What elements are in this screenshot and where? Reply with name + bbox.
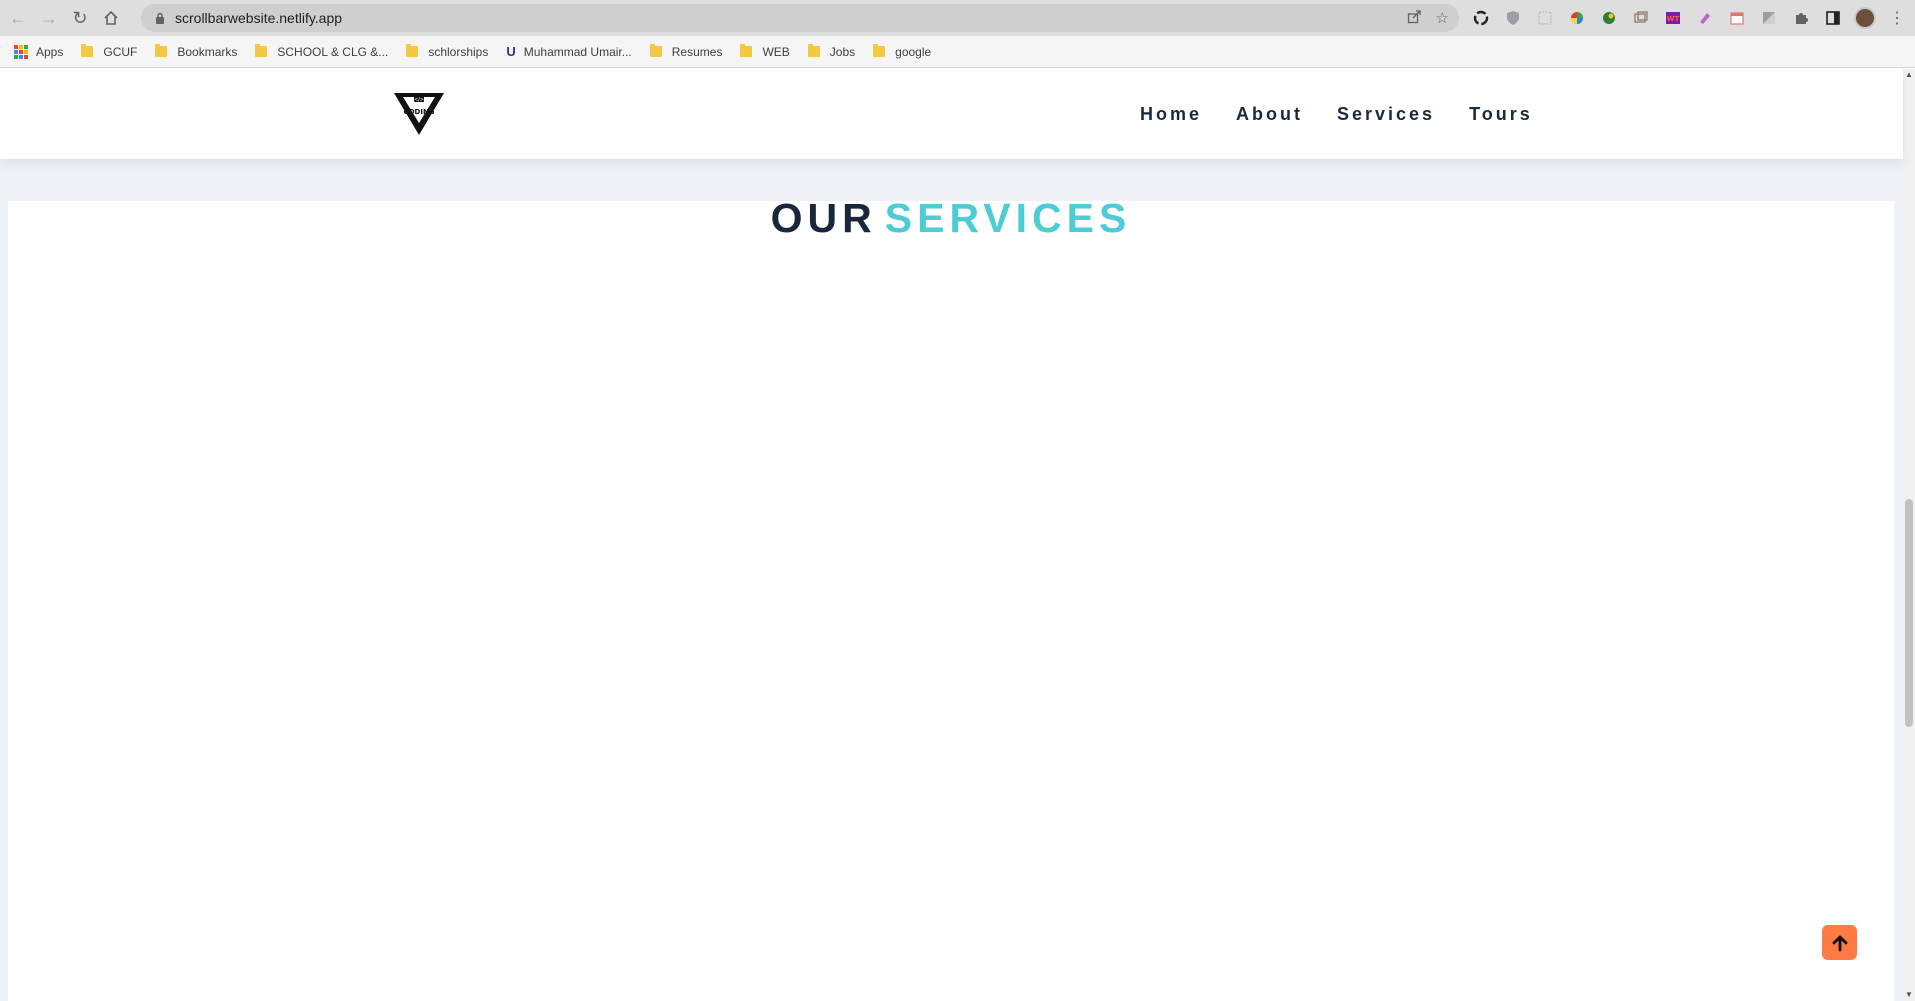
share-icon[interactable] — [1407, 9, 1422, 28]
scrollbar-thumb[interactable] — [1905, 499, 1913, 727]
folder-icon — [155, 44, 168, 57]
forward-arrow-icon[interactable]: → — [36, 5, 62, 31]
coding-logo[interactable]: </> CODING — [393, 91, 445, 137]
bookmark-label: Bookmarks — [177, 44, 238, 59]
folder-icon — [873, 44, 886, 57]
bookmark-label: google — [895, 44, 932, 59]
folder-icon — [81, 44, 94, 57]
profile-avatar[interactable] — [1854, 7, 1876, 29]
bookmarks-bar: Apps GCUF Bookmarks SCHOOL & CLG &... sc… — [0, 36, 1915, 68]
bookmark-folder-schlorships[interactable]: schlorships — [406, 44, 489, 59]
screenshot-extension-icon[interactable] — [1534, 7, 1556, 29]
section-title: OUR SERVICES — [8, 195, 1894, 242]
folder-icon — [406, 44, 419, 57]
bookmark-label: Resumes — [671, 44, 723, 59]
section-title-part2: SERVICES — [884, 195, 1132, 241]
folder-icon — [255, 44, 268, 57]
nav-link-tours[interactable]: Tours — [1469, 104, 1533, 125]
scroll-down-arrow-icon[interactable]: ▼ — [1905, 991, 1913, 999]
bookmark-muhammad-umair[interactable]: U Muhammad Umair... — [506, 44, 631, 59]
bookmark-apps[interactable]: Apps — [14, 44, 64, 59]
color-picker-extension-icon[interactable] — [1566, 7, 1588, 29]
bookmark-folder-resumes[interactable]: Resumes — [649, 44, 723, 59]
section-title-part1: OUR — [770, 195, 877, 241]
extensions-area: WT ⋮ — [1470, 6, 1908, 30]
home-icon[interactable] — [98, 5, 124, 31]
nav-link-home[interactable]: Home — [1140, 104, 1202, 125]
wt-extension-icon[interactable]: WT — [1662, 7, 1684, 29]
page-viewport: </> CODING Home About Services Tours OUR… — [0, 69, 1915, 1001]
svg-text:</>: </> — [414, 97, 424, 103]
bookmark-label: Apps — [36, 44, 64, 59]
folder-icon — [807, 44, 820, 57]
main-nav: Home About Services Tours — [1140, 69, 1533, 159]
u-site-icon: U — [506, 44, 516, 59]
folder-icon — [649, 44, 662, 57]
window-extension-icon[interactable] — [1630, 7, 1652, 29]
bookmark-label: Muhammad Umair... — [523, 44, 632, 59]
bookmark-folder-web[interactable]: WEB — [740, 44, 790, 59]
address-bar[interactable]: scrollbarwebsite.netlify.app ☆ — [141, 4, 1459, 32]
url-text[interactable]: scrollbarwebsite.netlify.app — [175, 10, 342, 26]
side-panel-icon[interactable] — [1822, 7, 1844, 29]
nav-link-about[interactable]: About — [1236, 104, 1303, 125]
apps-grid-icon — [14, 44, 28, 59]
lock-icon[interactable] — [153, 11, 167, 25]
scroll-up-arrow-icon[interactable]: ▲ — [1905, 71, 1913, 79]
paint-extension-icon[interactable] — [1694, 7, 1716, 29]
pencil-extension-icon[interactable] — [1758, 7, 1780, 29]
menu-kebab-icon[interactable]: ⋮ — [1886, 7, 1908, 29]
bookmark-folder-jobs[interactable]: Jobs — [807, 44, 856, 59]
star-icon[interactable]: ☆ — [1436, 9, 1449, 27]
calendar-extension-icon[interactable] — [1726, 7, 1748, 29]
reload-icon[interactable]: ↻ — [67, 5, 93, 31]
browser-toolbar: ← → ↻ scrollbarwebsite.netlify.app ☆ WT … — [0, 0, 1915, 36]
svg-text:WT: WT — [1667, 15, 1680, 23]
bookmark-folder-gcuf[interactable]: GCUF — [81, 44, 138, 59]
bookmark-folder-school[interactable]: SCHOOL & CLG &... — [255, 44, 389, 59]
shield-extension-icon[interactable] — [1502, 7, 1524, 29]
bookmark-folder-google[interactable]: google — [873, 44, 932, 59]
page-scrollbar[interactable]: ▲ ▼ — [1903, 69, 1915, 1001]
bookmark-label: WEB — [762, 44, 790, 59]
logo-text: CODING — [403, 108, 434, 116]
nav-link-services[interactable]: Services — [1337, 104, 1435, 125]
puzzle-extensions-icon[interactable] — [1790, 7, 1812, 29]
bookmark-label: schlorships — [428, 44, 489, 59]
globe-extension-icon[interactable] — [1598, 7, 1620, 29]
bookmark-folder-bookmarks[interactable]: Bookmarks — [155, 44, 238, 59]
arrow-up-icon — [1832, 935, 1847, 951]
scroll-to-top-button[interactable] — [1822, 925, 1857, 960]
bookmark-label: SCHOOL & CLG &... — [277, 44, 389, 59]
services-section: OUR SERVICES — [8, 195, 1894, 1001]
site-header: </> CODING Home About Services Tours — [0, 69, 1903, 159]
sync-extension-icon[interactable] — [1470, 7, 1492, 29]
bookmark-label: Jobs — [829, 44, 856, 59]
folder-icon — [740, 44, 753, 57]
back-arrow-icon[interactable]: ← — [5, 5, 31, 31]
bookmark-label: GCUF — [103, 44, 138, 59]
